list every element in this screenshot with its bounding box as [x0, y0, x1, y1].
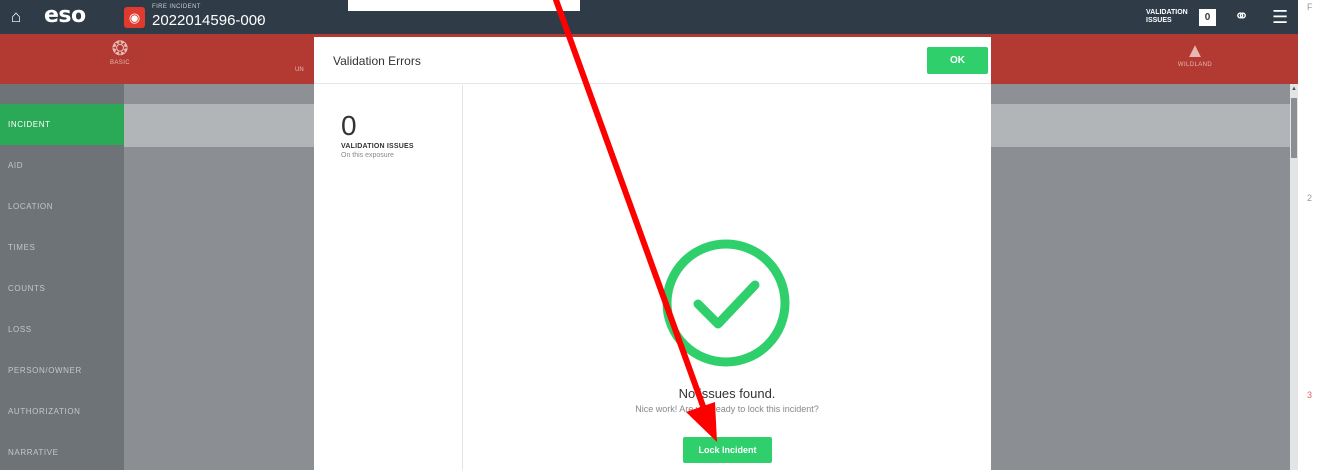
scrollbar-thumb[interactable] [1291, 98, 1297, 158]
sidebar-item-person-owner[interactable]: PERSON/OWNER [0, 350, 124, 391]
scroll-up-icon[interactable]: ▲ [1290, 86, 1298, 92]
module-wildland-label: WILDLAND [1177, 62, 1213, 68]
sidebar-item-narrative[interactable]: NARRATIVE [0, 432, 124, 470]
module-unit-label[interactable]: UN [295, 67, 304, 73]
sidebar-spacer [0, 84, 124, 104]
headset-icon[interactable]: ⚭ [1234, 6, 1249, 26]
lock-incident-button[interactable]: Lock Incident [683, 437, 772, 463]
dialog-title: Validation Errors [333, 54, 421, 68]
chevron-down-icon[interactable]: ⌄ [255, 11, 264, 24]
edge-mark-mid: 2 [1307, 193, 1313, 203]
sidebar-item-times[interactable]: TIMES [0, 227, 124, 268]
result-message: Nice work! Are you ready to lock this in… [635, 404, 819, 414]
sidebar-item-authorization[interactable]: AUTHORIZATION [0, 391, 124, 432]
lifebuoy-icon: ❂ [111, 38, 129, 60]
validation-issues-count[interactable]: 0 [1199, 9, 1216, 26]
search-input[interactable] [348, 0, 580, 11]
issues-summary-panel: 0 VALIDATION ISSUES On this exposure [314, 85, 463, 470]
module-basic[interactable]: ❂ BASIC [90, 38, 150, 66]
validation-errors-dialog: Validation Errors OK 0 VALIDATION ISSUES… [314, 37, 991, 470]
wildland-fire-icon: ▲ [1185, 40, 1205, 62]
ok-button[interactable]: OK [927, 47, 988, 74]
result-title: No issues found. [678, 386, 776, 401]
hamburger-menu-icon[interactable]: ☰ [1272, 7, 1288, 27]
edge-mark-top: F [1307, 2, 1313, 12]
issue-count: 0 [341, 110, 357, 141]
validation-issues-label[interactable]: VALIDATION ISSUES [1146, 9, 1188, 25]
scrollbar[interactable]: ▲ [1290, 84, 1298, 470]
top-bar: ⌂ eso ◉ FIRE INCIDENT 2022014596-000 ⌄ V… [0, 0, 1298, 34]
issue-count-label: VALIDATION ISSUES [341, 143, 414, 150]
incident-number[interactable]: 2022014596-000 [152, 12, 265, 30]
module-wildland[interactable]: ▲ WILDLAND [1160, 40, 1230, 68]
sidebar-item-incident[interactable]: INCIDENT [0, 104, 124, 145]
app-frame: ⌂ eso ◉ FIRE INCIDENT 2022014596-000 ⌄ V… [0, 0, 1298, 470]
sidebar-item-loss[interactable]: LOSS [0, 309, 124, 350]
sidebar-item-location[interactable]: LOCATION [0, 186, 124, 227]
sidebar-item-aid[interactable]: AID [0, 145, 124, 186]
incident-type-label: FIRE INCIDENT [152, 4, 201, 10]
validation-label-line1: VALIDATION [1146, 9, 1188, 16]
sidebar-item-counts[interactable]: COUNTS [0, 268, 124, 309]
dialog-header: Validation Errors OK [314, 37, 991, 84]
eso-logo[interactable]: eso [44, 2, 86, 30]
issue-scope-label: On this exposure [341, 152, 394, 159]
home-icon[interactable]: ⌂ [6, 7, 26, 27]
module-basic-label: BASIC [109, 60, 130, 66]
success-check-icon [662, 239, 790, 367]
edge-mark-low: 3 [1307, 390, 1313, 400]
fire-incident-icon: ◉ [124, 7, 145, 28]
validation-label-line2: ISSUES [1146, 17, 1172, 24]
sidebar: INCIDENT AID LOCATION TIMES COUNTS LOSS … [0, 84, 124, 470]
